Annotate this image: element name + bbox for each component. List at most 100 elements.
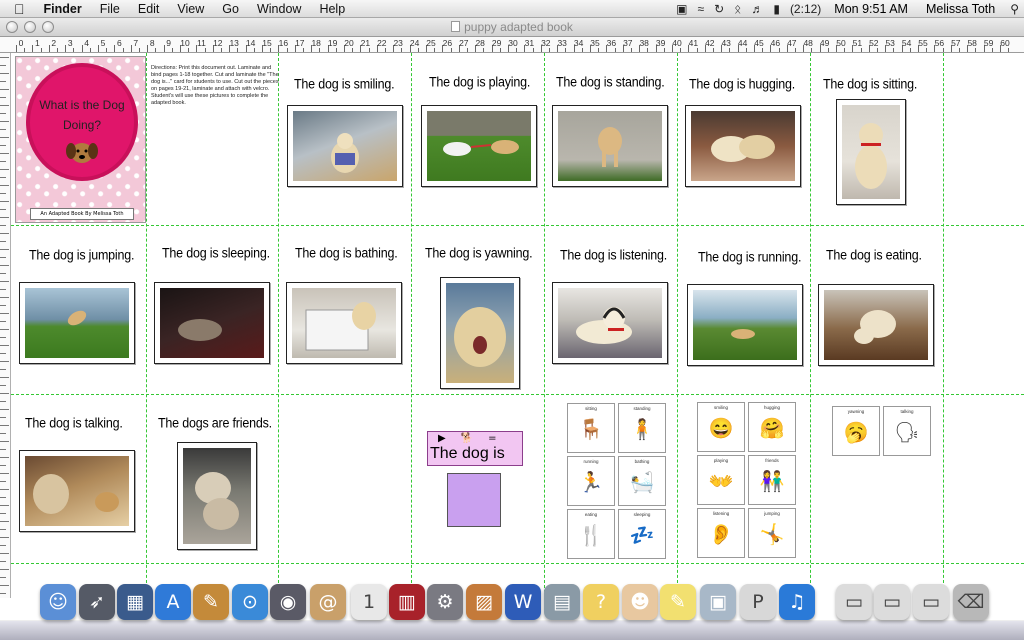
symbol-talking[interactable]: talking 🗣 — [883, 406, 931, 456]
window-titlebar[interactable]: puppy adapted book — [0, 18, 1024, 37]
camera-icon[interactable]: ▣ — [671, 2, 692, 16]
sentence-strip[interactable]: ▶🐕= The dog is — [427, 431, 523, 466]
listening-icon: 👂 — [708, 524, 734, 547]
ruler-tick — [81, 45, 83, 52]
photo-eating[interactable] — [818, 284, 934, 366]
dock-icon-trash[interactable]: ⌫ — [953, 584, 989, 620]
dock-icon-ical[interactable]: 1 — [351, 584, 387, 620]
battery-icon[interactable]: ▮ — [768, 2, 785, 16]
photo-talking[interactable] — [19, 450, 135, 532]
horizontal-ruler[interactable]: 0 1 2 3 4 5 6 7 8 9 10 11 12 13 14 15 16 17 18 19 20 21 22 23 24… — [0, 37, 1024, 53]
menu-help[interactable]: Help — [310, 0, 354, 18]
dock-icon-preview[interactable]: ✎ — [193, 584, 229, 620]
ruler-tick — [0, 553, 9, 554]
photo-hugging[interactable] — [685, 105, 801, 187]
ruler-number: 48 — [803, 38, 813, 48]
ruler-tick — [0, 177, 6, 178]
symbol-running[interactable]: running 🏃 — [567, 456, 615, 506]
symbol-sitting[interactable]: sitting 🪑 — [567, 403, 615, 453]
photo-bathing[interactable] — [286, 282, 402, 364]
symbol-listening[interactable]: listening 👂 — [697, 508, 745, 558]
dock-icon-system-preferences[interactable]: ⚙ — [427, 584, 463, 620]
dog-icon — [66, 143, 98, 163]
dock-icon-app-store[interactable]: A — [155, 584, 191, 620]
spotlight-icon[interactable]: ⚲ — [1005, 2, 1024, 16]
symbol-yawning[interactable]: yawning 🥱 — [832, 406, 880, 456]
symbol-friends[interactable]: friends 👫 — [748, 455, 796, 505]
photo-standing[interactable] — [552, 105, 668, 187]
dock-icon-mission-control[interactable]: ▦ — [117, 584, 153, 620]
symbol-standing[interactable]: standing 🧍 — [618, 403, 666, 453]
dock-icon-word[interactable]: W — [505, 584, 541, 620]
dock-icon-scanner[interactable]: ▤ — [544, 584, 580, 620]
menu-clock[interactable]: Mon 9:51 AM — [826, 2, 916, 16]
menu-view[interactable]: View — [168, 0, 213, 18]
symbol-playing[interactable]: playing 👐 — [697, 455, 745, 505]
ruler-tick — [0, 257, 6, 258]
photo-yawning[interactable] — [440, 277, 520, 389]
dock-icon-idea[interactable]: ? — [583, 584, 619, 620]
volume-icon[interactable]: ♬ — [746, 2, 768, 16]
menu-user[interactable]: Melissa Toth — [916, 2, 1005, 16]
photo-smiling[interactable] — [287, 105, 403, 187]
friends-icon: 👫 — [759, 471, 785, 494]
dock-icon-boardmaker[interactable]: ☻ — [622, 584, 658, 620]
ruler-tick — [0, 393, 9, 394]
wifi-icon[interactable]: ≈ — [692, 2, 709, 16]
symbol-smiling[interactable]: smiling 😄 — [697, 402, 745, 452]
ruler-tick — [0, 321, 6, 322]
vertical-ruler[interactable] — [0, 53, 11, 598]
velcro-target-box[interactable] — [447, 473, 501, 527]
menu-file[interactable]: File — [91, 0, 129, 18]
dock-icon-finder[interactable]: ☺ — [40, 584, 76, 620]
symbol-label: listening — [712, 511, 730, 516]
ruler-tick — [631, 48, 632, 52]
dock-icon-photo-booth[interactable]: ◉ — [270, 584, 306, 620]
document-canvas[interactable]: What is the Dog Doing? An Adapted Book B… — [11, 53, 1024, 598]
ruler-tick — [565, 48, 567, 52]
symbol-sleeping[interactable]: sleeping 💤 — [618, 509, 666, 559]
dock-icon-safari[interactable]: ⊙ — [232, 584, 268, 620]
photo-jumping[interactable] — [19, 282, 135, 364]
photo-sitting[interactable] — [836, 99, 906, 205]
menu-go[interactable]: Go — [213, 0, 248, 18]
ruler-number: 26 — [442, 38, 453, 48]
photo-listening[interactable] — [552, 282, 668, 364]
dock-icon-itunes[interactable]: ♫ — [779, 584, 815, 620]
ruler-tick — [778, 48, 780, 52]
dock-icon-photo-booth-curtain[interactable]: ▥ — [389, 584, 425, 620]
bluetooth-icon[interactable]: ᛟ — [729, 2, 746, 16]
symbol-eating[interactable]: eating 🍴 — [567, 509, 615, 559]
battery-time[interactable]: (2:12) — [785, 2, 826, 16]
ruler-number: 10 — [180, 38, 190, 48]
ruler-tick — [0, 105, 9, 106]
ruler-tick — [893, 48, 895, 52]
menu-edit[interactable]: Edit — [129, 0, 169, 18]
ruler-tick — [171, 48, 173, 52]
guide-line — [411, 53, 412, 598]
photo-playing[interactable] — [421, 105, 537, 187]
dock-icon-photos[interactable]: ▣ — [700, 584, 736, 620]
photo-running[interactable] — [687, 284, 803, 366]
dock-icon-iphoto[interactable]: ▨ — [466, 584, 502, 620]
time-machine-icon[interactable]: ↻ — [709, 2, 729, 16]
ruler-tick — [942, 48, 944, 52]
dock-icon-launchpad[interactable]: ➶ — [79, 584, 115, 620]
book-cover[interactable]: What is the Dog Doing? An Adapted Book B… — [15, 56, 146, 223]
apple-icon[interactable]:  — [0, 0, 35, 18]
dock-icon-folder[interactable]: ▭ — [874, 584, 910, 620]
dock-icon-pages[interactable]: P — [740, 584, 776, 620]
symbol-hugging[interactable]: hugging 🤗 — [748, 402, 796, 452]
photo-sleeping[interactable] — [154, 282, 270, 364]
photo-friends[interactable] — [177, 442, 257, 550]
dock-icon-address-book[interactable]: @ — [310, 584, 346, 620]
dock-icon-folder[interactable]: ▭ — [836, 584, 872, 620]
dock-icon-folder[interactable]: ▭ — [913, 584, 949, 620]
menu-window[interactable]: Window — [248, 0, 310, 18]
ruler-number: 12 — [213, 38, 223, 48]
symbol-jumping[interactable]: jumping 🤸 — [748, 508, 796, 558]
dock-icon-stickies[interactable]: ✎ — [660, 584, 696, 620]
ruler-tick — [0, 121, 9, 122]
menu-app-finder[interactable]: Finder — [35, 0, 91, 18]
symbol-bathing[interactable]: bathing 🛀 — [618, 456, 666, 506]
